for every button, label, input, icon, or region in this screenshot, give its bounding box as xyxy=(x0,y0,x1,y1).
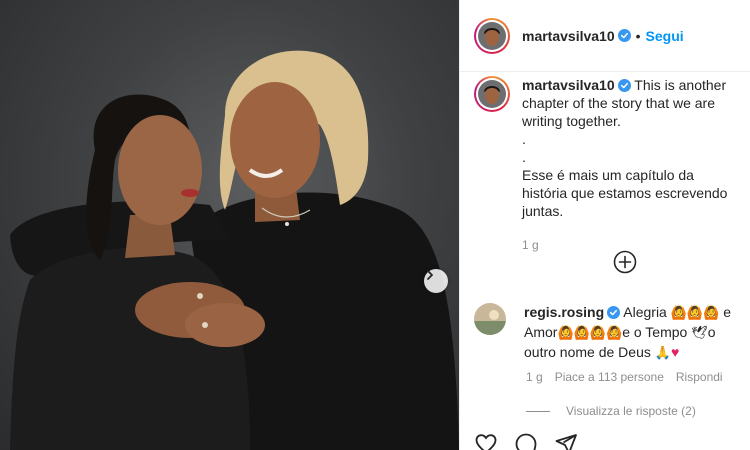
author-avatar[interactable] xyxy=(474,17,510,54)
comment-item: regis.rosing Alegria 🙆🙆🙆 e Amor🙆🙆🙆🙆e o T… xyxy=(474,303,739,363)
post-caption: martavsilva10 This is another chapter of… xyxy=(474,76,740,252)
verified-badge-icon xyxy=(617,29,631,42)
comment-meta: 1 g Piace a 113 persone Rispondi xyxy=(526,370,723,384)
comment-text: regis.rosing Alegria 🙆🙆🙆 e Amor🙆🙆🙆🙆e o T… xyxy=(524,303,739,363)
post-photo xyxy=(0,0,459,450)
post-header: martavsilva10 • Segui xyxy=(460,0,750,72)
photo-illustration xyxy=(10,50,459,450)
verified-badge-icon xyxy=(617,79,631,92)
view-replies-label: Visualizza le risposte (2) xyxy=(566,404,696,418)
commenter-username[interactable]: regis.rosing xyxy=(524,304,604,320)
praying-hands-emoji: 🙏 xyxy=(654,346,671,361)
verified-badge-icon xyxy=(607,306,621,319)
chevron-right-icon xyxy=(427,270,433,280)
caption-username[interactable]: martavsilva10 xyxy=(522,77,615,93)
caption-avatar-image xyxy=(478,80,506,108)
reply-button[interactable]: Rispondi xyxy=(676,370,723,384)
heart-icon[interactable] xyxy=(474,432,498,450)
comment-part-1: Alegria xyxy=(623,304,667,320)
emoji-group-1: 🙆🙆🙆 xyxy=(670,306,720,321)
next-image-button[interactable] xyxy=(424,269,448,293)
dove-emoji: 🕊 xyxy=(691,326,708,341)
comment-timestamp[interactable]: 1 g xyxy=(526,370,543,384)
paper-plane-icon[interactable] xyxy=(554,432,578,450)
caption-dot-1: . xyxy=(522,131,526,147)
comment-likes[interactable]: Piace a 113 persone xyxy=(555,370,664,384)
caption-portuguese: Esse é mais um capítulo da história que … xyxy=(522,167,728,219)
plus-circle-icon[interactable] xyxy=(613,250,637,274)
replies-divider xyxy=(526,410,550,412)
separator-dot: • xyxy=(635,27,641,44)
post-sidebar: martavsilva10 • Segui martavsilva10 This… xyxy=(459,0,750,450)
heart-emoji: ♥ xyxy=(670,344,680,360)
view-replies-button[interactable]: Visualizza le risposte (2) xyxy=(526,404,696,418)
comment-icon[interactable] xyxy=(514,432,538,450)
post-actions xyxy=(474,432,578,450)
commenter-avatar-image xyxy=(474,303,506,335)
caption-author-avatar[interactable] xyxy=(474,76,510,112)
caption-dot-2: . xyxy=(522,149,526,165)
author-username[interactable]: martavsilva10 xyxy=(522,28,615,44)
caption-text: martavsilva10 This is another chapter of… xyxy=(522,76,732,220)
emoji-group-2: 🙆🙆🙆🙆 xyxy=(557,326,623,341)
author-avatar-image xyxy=(478,21,506,50)
comment-part-3: e o Tempo xyxy=(622,324,688,340)
follow-button[interactable]: Segui xyxy=(646,28,684,44)
commenter-avatar[interactable] xyxy=(474,303,506,335)
